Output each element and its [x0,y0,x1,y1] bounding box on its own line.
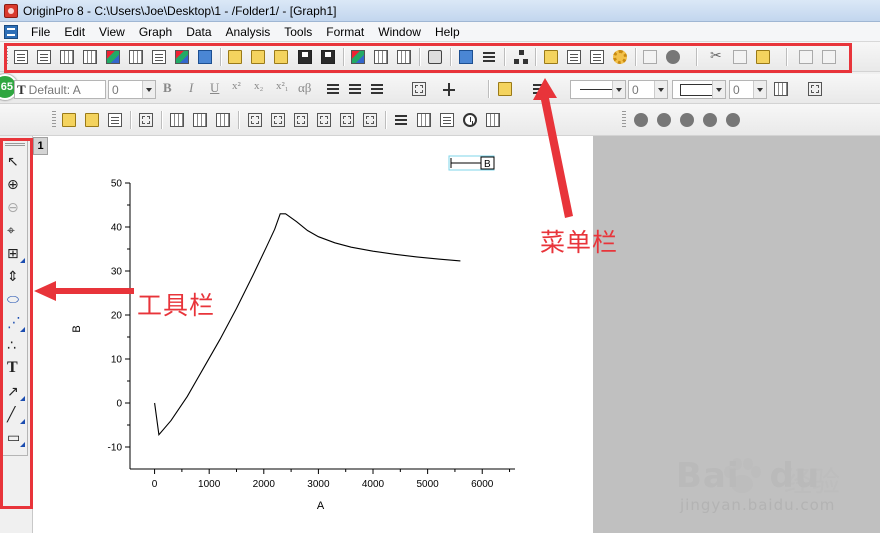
menubar-highlight-box [4,43,852,73]
plot-series [154,213,461,436]
baidu-watermark: Bai du 经验 jingyan.baidu.com [676,456,866,526]
y-axis-title: B [71,325,83,332]
app-window: OriginPro 8 - C:\Users\Joe\Desktop\1 - /… [0,0,880,533]
toolbar-annotation-label: 工具栏 [137,291,216,320]
series-line-B [154,213,461,436]
x-tick-label: 5000 [416,479,439,490]
y-tick-label: -10 [108,443,123,454]
y-tick-label: 50 [111,179,123,190]
y-tick-label: 40 [111,223,123,234]
line-plot: -10 0 10 20 30 40 50 0 1000 2000 3000 4000 5000 6000 A… [71,155,515,512]
plot-axes: -10 0 10 20 30 40 50 0 1000 2000 3000 4000 5000 6000 A… [71,179,515,512]
watermark-cn-text: 经验 [784,465,841,498]
paw-icon [724,458,761,493]
x-tick-label: 3000 [307,479,330,490]
plot-legend[interactable]: B [448,155,495,171]
legend-label: B [484,159,491,170]
x-tick-label: 6000 [471,479,494,490]
y-tick-label: 10 [111,355,123,366]
y-tick-label: 20 [111,311,123,322]
x-axis-title: A [317,500,325,512]
toolbar-highlight-box [0,138,33,509]
watermark-url: jingyan.baidu.com [680,496,836,514]
x-tick-label: 0 [152,479,158,490]
y-tick-label: 0 [116,399,122,410]
y-tick-label: 30 [111,267,123,278]
x-tick-label: 4000 [362,479,385,490]
menubar-annotation-label: 菜单栏 [540,228,619,257]
x-tick-label: 2000 [253,479,276,490]
x-tick-label: 1000 [198,479,221,490]
